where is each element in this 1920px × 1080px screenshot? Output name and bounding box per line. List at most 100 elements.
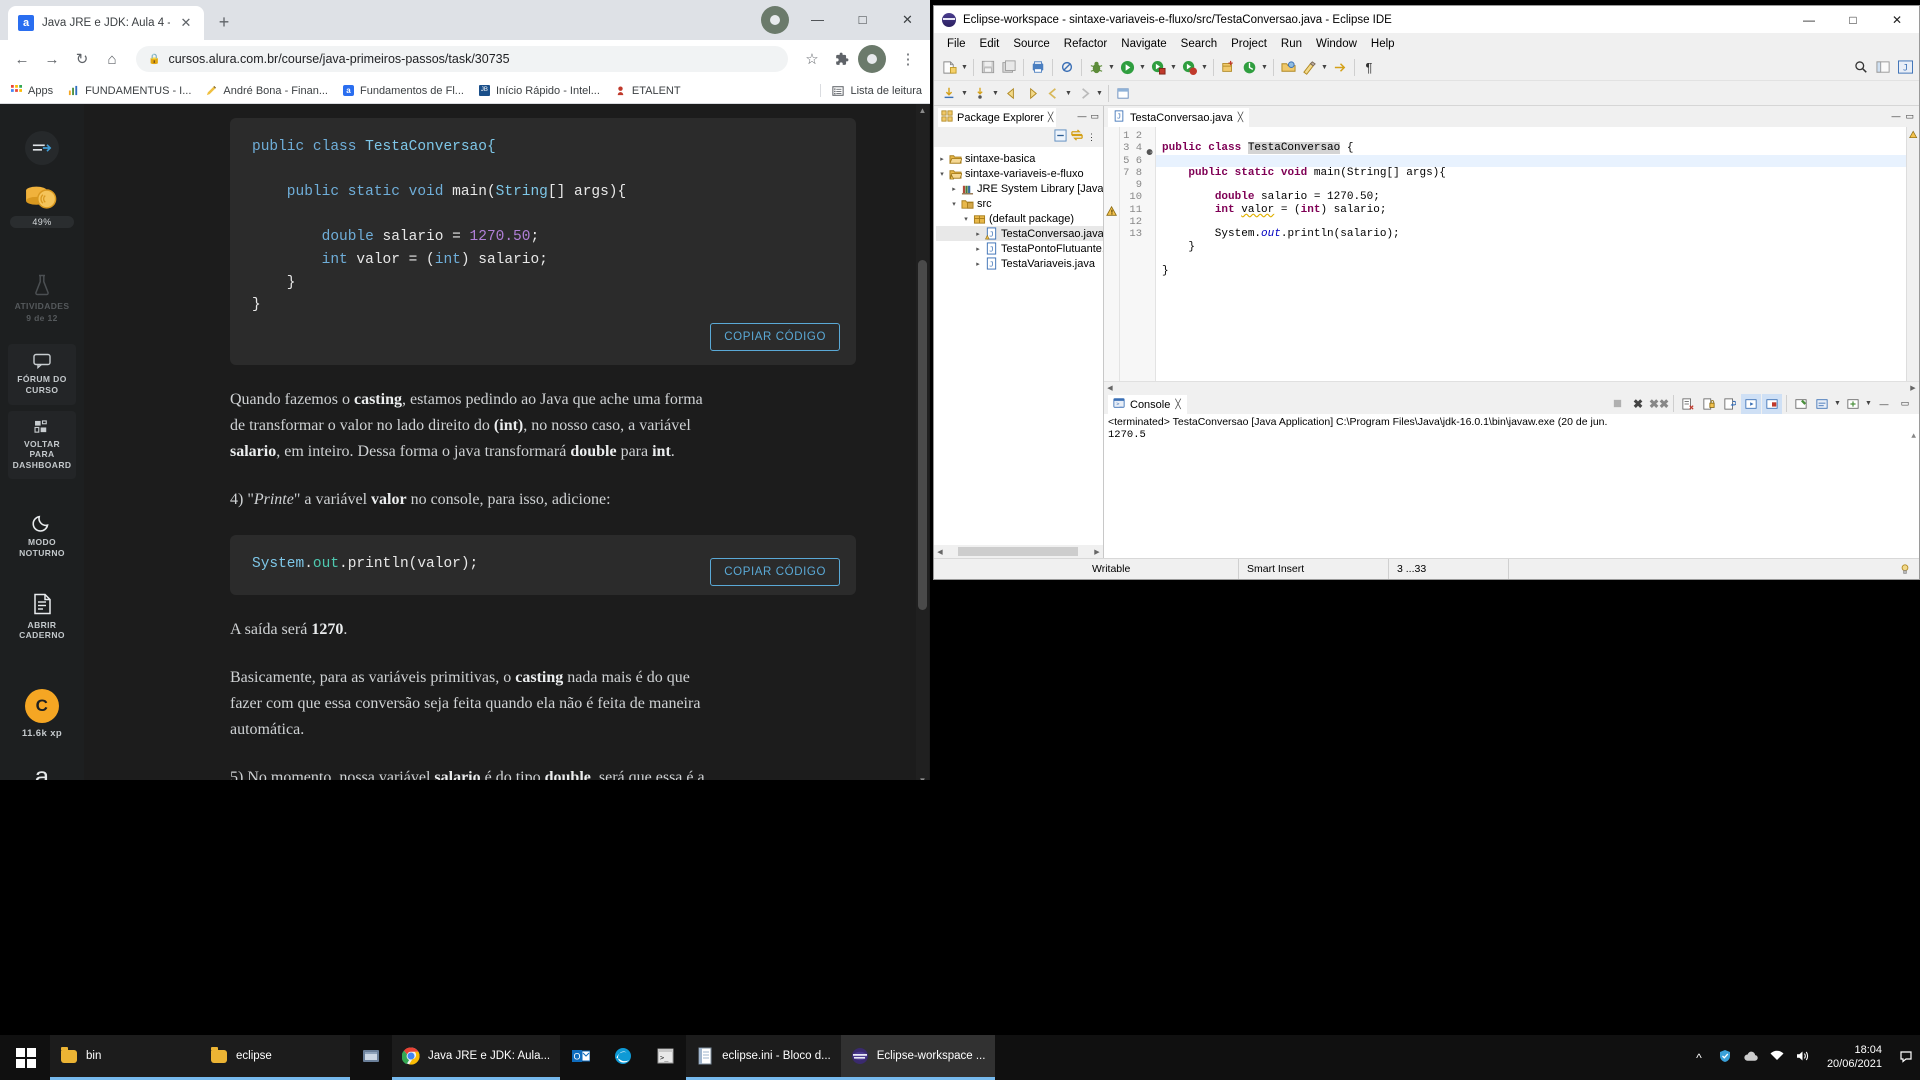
word-wrap-icon[interactable] — [1720, 394, 1740, 414]
next-annotation-icon[interactable] — [1074, 83, 1094, 103]
scroll-track[interactable] — [1116, 383, 1907, 392]
twisty-icon[interactable]: ▸ — [972, 230, 984, 238]
shield-icon[interactable] — [1717, 1049, 1733, 1066]
twisty-icon[interactable]: ▸ — [972, 260, 984, 268]
back-icon[interactable]: ← — [8, 45, 36, 73]
show-console-on-output-icon[interactable] — [1741, 393, 1761, 414]
profile-avatar[interactable] — [761, 6, 789, 34]
sidebar-item-notebook[interactable]: ABRIR CADERNO — [8, 584, 76, 650]
chevron-down-icon[interactable]: ▼ — [1107, 57, 1116, 77]
menu-window[interactable]: Window — [1309, 36, 1364, 52]
debug-skip-icon[interactable] — [1057, 57, 1077, 77]
menu-refactor[interactable]: Refactor — [1057, 36, 1114, 52]
search-ref-icon[interactable] — [1299, 57, 1319, 77]
prev-annotation-icon[interactable] — [1043, 83, 1063, 103]
twisty-icon[interactable]: ▾ — [936, 170, 948, 178]
external-tools-icon[interactable] — [1239, 57, 1259, 77]
run-icon[interactable] — [1117, 57, 1137, 77]
address-bar[interactable]: 🔒 cursos.alura.com.br/course/java-primei… — [136, 46, 788, 72]
close-icon[interactable]: ✕ — [1875, 6, 1919, 33]
close-icon[interactable]: ✕ — [178, 15, 194, 31]
scroll-down-icon[interactable]: ▼ — [916, 774, 929, 780]
minimize-icon[interactable]: — — [1874, 394, 1894, 414]
warning-marker-icon[interactable] — [1909, 130, 1918, 142]
tree-item-sintaxe-variaveis-e-fluxo[interactable]: ▾ sintaxe-variaveis-e-fluxo — [936, 166, 1103, 181]
sidebar-item-dashboard[interactable]: VOLTAR PARA DASHBOARD — [8, 410, 76, 480]
home-icon[interactable]: ⌂ — [98, 45, 126, 73]
clear-console-icon[interactable] — [1678, 394, 1698, 414]
minimize-icon[interactable]: — — [1891, 111, 1900, 122]
taskbar-item-terminal[interactable]: >_ — [644, 1035, 686, 1080]
maximize-icon[interactable]: ▭ — [1090, 111, 1099, 122]
remove-all-launches-icon[interactable]: ✖✖ — [1649, 394, 1669, 414]
new-tab-button[interactable]: + — [210, 9, 238, 37]
profile-icon[interactable] — [858, 45, 886, 73]
close-icon[interactable]: ╳ — [1238, 112, 1243, 123]
scroll-up-icon[interactable]: ▲ — [916, 104, 929, 118]
bookmark-fundamentus[interactable]: FUNDAMENTUS - I... — [67, 84, 191, 97]
chevron-down-icon[interactable]: ▼ — [1138, 57, 1147, 77]
coverage-icon[interactable] — [1179, 57, 1199, 77]
menu-file[interactable]: File — [940, 36, 973, 52]
download-icon[interactable] — [939, 83, 959, 103]
taskbar-item-eclipse-workspace[interactable]: Eclipse-workspace ... — [840, 1035, 996, 1080]
save-all-icon[interactable] — [999, 57, 1019, 77]
menu-project[interactable]: Project — [1224, 36, 1274, 52]
run-as-icon[interactable] — [1148, 57, 1168, 77]
bookmark-fundamentos[interactable]: a Fundamentos de Fl... — [342, 84, 464, 97]
view-menu-icon[interactable]: ⋮ — [1087, 132, 1097, 143]
browser-tab[interactable]: a Java JRE e JDK: Aula 4 - Atividade ✕ — [8, 6, 204, 40]
terminate-all-icon[interactable] — [1607, 394, 1627, 414]
chevron-down-icon[interactable]: ▼ — [1320, 57, 1329, 77]
chevron-down-icon[interactable]: ▼ — [960, 83, 969, 103]
step-into-icon[interactable] — [970, 83, 990, 103]
sidebar-xp[interactable]: C 11.6k xp — [8, 680, 76, 749]
chevron-down-icon[interactable]: ▼ — [1200, 57, 1209, 77]
tree-item-testavariaveis-java[interactable]: ▸ J TestaVariaveis.java — [936, 256, 1103, 271]
bookmark-star-icon[interactable]: ☆ — [798, 45, 826, 73]
close-icon[interactable]: ✕ — [885, 4, 930, 36]
menu-run[interactable]: Run — [1274, 36, 1309, 52]
collapse-all-icon[interactable] — [1054, 129, 1067, 145]
sidebar-item-atividades[interactable]: ATIVIDADES 9 de 12 — [8, 265, 76, 332]
open-console-icon[interactable] — [1843, 394, 1863, 414]
show-hidden-icons-icon[interactable]: ^ — [1691, 1051, 1707, 1065]
package-explorer-hscroll[interactable]: ◀ ▶ — [934, 545, 1103, 558]
overview-ruler[interactable] — [1906, 127, 1919, 381]
new-package-icon[interactable] — [1218, 57, 1238, 77]
new-icon[interactable] — [939, 57, 959, 77]
onedrive-icon[interactable] — [1743, 1051, 1759, 1065]
sidebar-next-activity[interactable] — [8, 122, 76, 174]
menu-help[interactable]: Help — [1364, 36, 1402, 52]
chevron-down-icon[interactable]: ▼ — [1833, 394, 1842, 414]
maximize-icon[interactable]: ▭ — [1895, 394, 1915, 414]
forward-arrow-icon[interactable] — [1022, 83, 1042, 103]
chevron-down-icon[interactable]: ▼ — [991, 83, 1000, 103]
reading-list-button[interactable]: Lista de leitura — [820, 84, 922, 97]
pilcrow-icon[interactable]: ¶ — [1359, 57, 1379, 77]
start-button[interactable] — [2, 1035, 50, 1080]
alura-logo[interactable]: a — [8, 749, 76, 780]
close-icon[interactable]: ╳ — [1175, 399, 1180, 410]
twisty-icon[interactable]: ▸ — [936, 155, 948, 163]
tree-item-src[interactable]: ▾ src — [936, 196, 1103, 211]
forward-icon[interactable]: → — [38, 45, 66, 73]
menu-navigate[interactable]: Navigate — [1114, 36, 1173, 52]
display-selected-console-icon[interactable] — [1812, 394, 1832, 414]
chevron-down-icon[interactable]: ▼ — [1260, 57, 1269, 77]
twisty-icon[interactable]: ▸ — [948, 185, 960, 193]
scroll-up-icon[interactable]: ▲ — [1911, 430, 1916, 443]
link-with-editor-icon[interactable] — [1070, 129, 1084, 145]
scroll-right-icon[interactable]: ▶ — [1907, 384, 1919, 392]
tab-package-explorer[interactable]: Package Explorer ╳ — [938, 106, 1057, 127]
tree-item-testapontoflutuante-java[interactable]: ▸ J TestaPontoFlutuante. — [936, 241, 1103, 256]
tree-item-jre-system-library[interactable]: ▸ JRE System Library [JavaSE- — [936, 181, 1103, 196]
taskbar-item-notepad[interactable]: eclipse.ini - Bloco d... — [686, 1035, 841, 1080]
bookmark-andre-bona[interactable]: André Bona - Finan... — [205, 84, 328, 97]
back-arrow-icon[interactable] — [1001, 83, 1021, 103]
maximize-icon[interactable]: ▭ — [1905, 111, 1914, 122]
sidebar-item-forum[interactable]: FÓRUM DO CURSO — [8, 344, 76, 405]
twisty-icon[interactable]: ▾ — [948, 200, 960, 208]
editor-tab-testaconversao[interactable]: J TestaConversao.java ╳ — [1108, 106, 1250, 127]
status-tip-icon[interactable] — [1891, 559, 1919, 579]
